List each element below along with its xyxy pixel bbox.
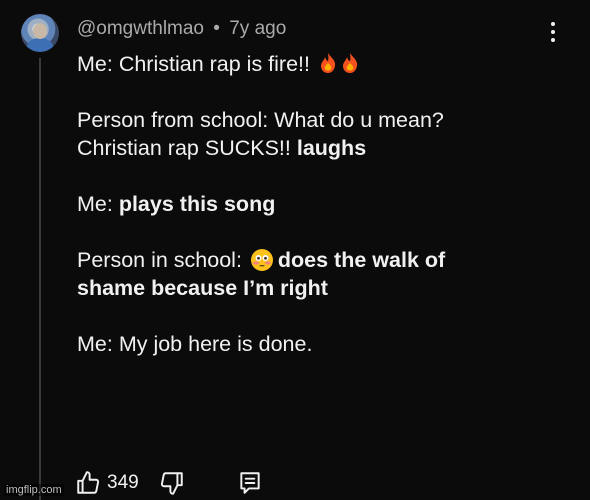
comment-line-2: Person from school: What do u mean? <box>77 108 444 132</box>
fire-emoji <box>320 53 336 73</box>
comment-line-4: Me: plays this song <box>77 192 276 216</box>
comment-line-3: Christian rap SUCKS!! laughs <box>77 136 367 160</box>
thumbs-up-icon[interactable] <box>75 470 101 496</box>
comment-line-5: Person in school: does the walk of <box>77 248 446 272</box>
thread-line <box>39 58 41 500</box>
reply-comment-icon[interactable] <box>237 470 263 496</box>
comment-actions: 349 <box>75 468 263 498</box>
avatar-body <box>27 38 53 52</box>
comment-line-1: Me: Christian rap is fire!! <box>77 50 557 78</box>
user-avatar[interactable] <box>21 14 59 52</box>
like-count: 349 <box>107 472 139 493</box>
watermark: imgflip.com <box>4 484 64 496</box>
comment-header: @omgwthlmao • 7y ago <box>77 18 286 40</box>
thumbs-down-icon[interactable] <box>159 470 185 496</box>
more-vert-icon[interactable] <box>546 22 560 46</box>
comment-line-6: shame because I’m right <box>77 276 328 300</box>
username[interactable]: @omgwthlmao <box>77 18 204 39</box>
flushed-face-emoji <box>250 249 273 271</box>
comment-body: Me: Christian rap is fire!! Person from … <box>77 50 557 358</box>
comment-age[interactable]: 7y ago <box>229 18 286 39</box>
comment-line-7: Me: My job here is done. <box>77 332 313 356</box>
separator-dot: • <box>213 18 220 39</box>
fire-emoji <box>342 53 358 73</box>
avatar-face <box>33 23 47 39</box>
